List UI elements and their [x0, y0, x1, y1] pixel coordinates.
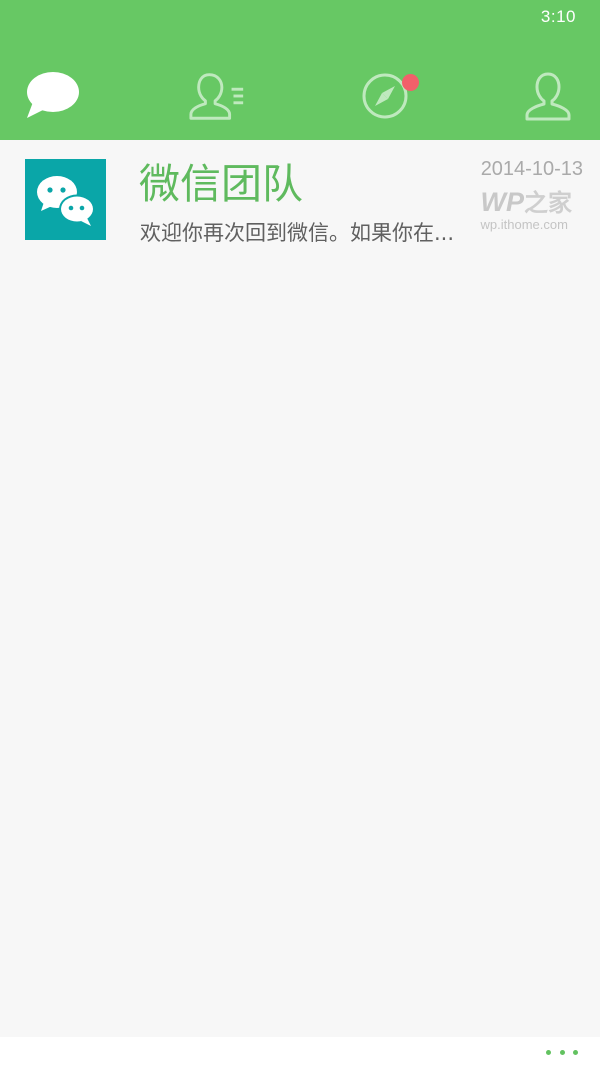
wechat-logo-icon: [37, 176, 95, 226]
app-bar: [0, 1037, 600, 1067]
chat-list: 微信团队 欢迎你再次回到微信。如果你在... 2014-10-13 WP之家 w…: [0, 140, 600, 258]
tab-discover[interactable]: [353, 68, 419, 124]
watermark-url: wp.ithome.com: [480, 217, 568, 232]
watermark-logo-cn: 之家: [524, 190, 572, 217]
chat-avatar: [25, 159, 106, 240]
top-header: 3:10: [0, 0, 600, 140]
watermark-logo-latin: WP: [480, 187, 525, 217]
ellipsis-icon: [546, 1049, 578, 1055]
wechat-screen: 3:10 微信团队 欢迎你再次回到微信。如果你在... 2014-10-13 W…: [0, 0, 600, 1067]
watermark: WP之家 wp.ithome.com: [481, 188, 573, 232]
person-icon: [525, 72, 571, 121]
chat-date: 2014-10-13: [480, 158, 583, 180]
chat-bubble-icon: [27, 72, 79, 118]
ellipsis-dot: [573, 1049, 578, 1055]
compass-icon: [362, 73, 408, 119]
discover-badge: [402, 74, 419, 91]
chat-preview: 欢迎你再次回到微信。如果你在...: [140, 221, 455, 245]
tab-contacts[interactable]: [188, 68, 248, 124]
tab-me[interactable]: [518, 68, 578, 124]
contacts-list-icon: [189, 73, 244, 120]
chat-name: 微信团队: [139, 160, 303, 208]
status-bar-time: 3:10: [540, 7, 576, 26]
tab-chats[interactable]: [22, 68, 82, 124]
watermark-logo: WP之家: [481, 188, 573, 218]
ellipsis-dot: [559, 1049, 565, 1055]
ellipsis-dot: [546, 1049, 551, 1055]
chat-list-item[interactable]: 微信团队 欢迎你再次回到微信。如果你在... 2014-10-13 WP之家 w…: [0, 140, 600, 258]
more-button[interactable]: [546, 1045, 578, 1059]
